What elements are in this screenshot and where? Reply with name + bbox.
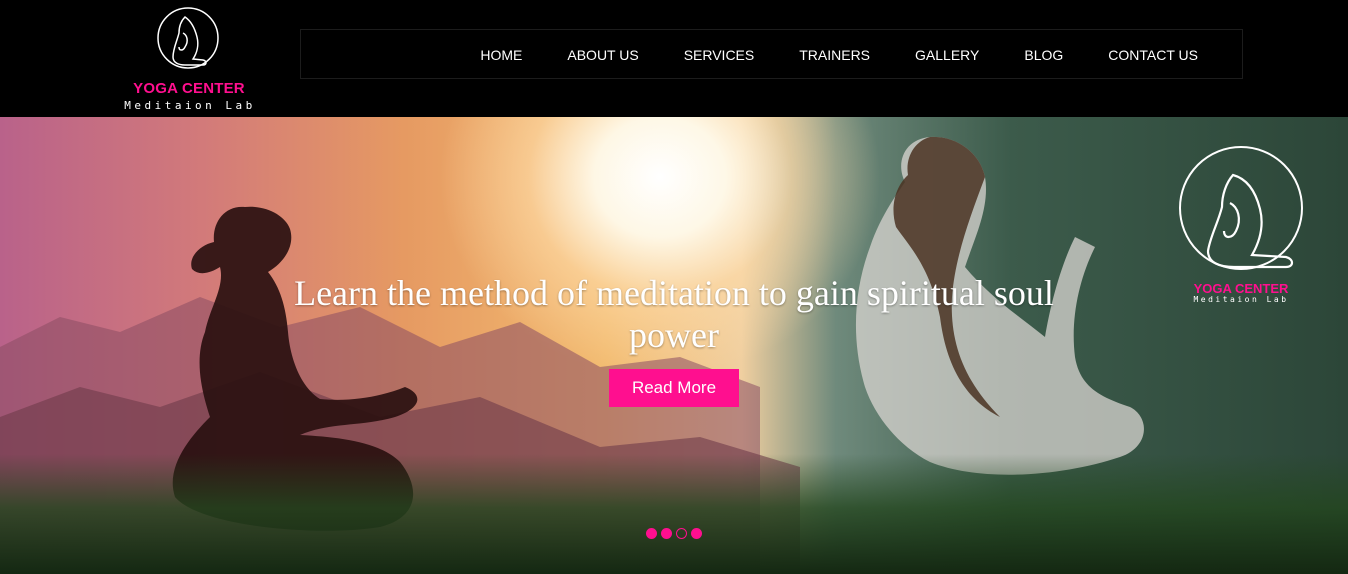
slide-dot-2[interactable] bbox=[661, 528, 672, 539]
slide-dot-1[interactable] bbox=[646, 528, 657, 539]
hero-logo-title: YOGA CENTER bbox=[1193, 281, 1289, 296]
grass-overlay bbox=[0, 454, 1348, 574]
nav-gallery[interactable]: GALLERY bbox=[915, 47, 979, 63]
hero-slider: Learn the method of meditation to gain s… bbox=[0, 117, 1348, 574]
main-nav: HOME ABOUT US SERVICES TRAINERS GALLERY … bbox=[300, 29, 1243, 79]
slider-pagination bbox=[646, 528, 702, 540]
logo-tagline: Meditaion Lab bbox=[124, 99, 256, 112]
site-logo[interactable]: YOGA CENTER Meditaion Lab bbox=[110, 5, 270, 113]
slide-dot-4[interactable] bbox=[691, 528, 702, 539]
hero-logo: YOGA CENTER Meditaion Lab bbox=[1178, 145, 1304, 305]
hero-title: Learn the method of meditation to gain s… bbox=[294, 273, 1054, 355]
hero-logo-tagline: Meditaion Lab bbox=[1193, 295, 1289, 304]
site-header: YOGA CENTER Meditaion Lab HOME ABOUT US … bbox=[0, 0, 1348, 117]
nav-about-us[interactable]: ABOUT US bbox=[567, 47, 638, 63]
slide-dot-3[interactable] bbox=[676, 528, 687, 539]
read-more-button[interactable]: Read More bbox=[609, 369, 739, 407]
nav-trainers[interactable]: TRAINERS bbox=[799, 47, 870, 63]
logo-title: YOGA CENTER bbox=[133, 80, 245, 97]
nav-home[interactable]: HOME bbox=[480, 47, 522, 63]
nav-contact-us[interactable]: CONTACT US bbox=[1108, 47, 1198, 63]
nav-blog[interactable]: BLOG bbox=[1024, 47, 1063, 63]
nav-services[interactable]: SERVICES bbox=[684, 47, 755, 63]
yoga-pose-icon bbox=[1179, 146, 1303, 270]
yoga-pose-icon bbox=[157, 7, 219, 69]
